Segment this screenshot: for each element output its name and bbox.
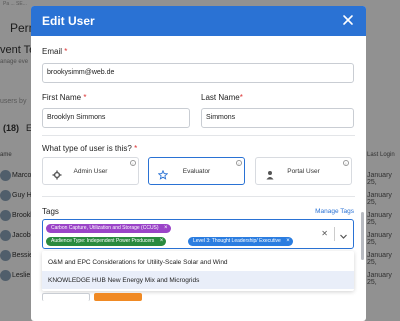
dropdown-option[interactable]: KNOWLEDGE HUB New Energy Mix and Microgr… — [42, 271, 354, 289]
last-name-label: Last Name* — [201, 93, 243, 102]
user-type-evaluator[interactable]: Evaluator i — [148, 157, 245, 185]
email-label: Email * — [42, 47, 68, 56]
first-name-field[interactable]: Brooklyn Simmons — [42, 108, 190, 128]
remove-tag-icon[interactable]: × — [160, 237, 164, 246]
tag-chip-label: Carbon Capture, Utilization and Storage … — [51, 225, 159, 231]
user-type-label-admin: Admin User — [73, 168, 108, 175]
user-type-admin[interactable]: Admin User i — [42, 157, 139, 185]
remove-tag-icon[interactable]: × — [286, 237, 290, 246]
user-type-label-evaluator: Evaluator — [182, 168, 211, 175]
dropdown-option[interactable]: O&M and EPC Considerations for Utility-S… — [42, 253, 354, 271]
chevron-down-icon[interactable] — [339, 228, 348, 239]
info-icon[interactable]: i — [236, 160, 242, 166]
tag-chip: Carbon Capture, Utilization and Storage … — [46, 224, 171, 233]
tags-multiselect[interactable]: Carbon Capture, Utilization and Storage … — [42, 219, 354, 249]
modal-scrollbar[interactable] — [361, 212, 364, 260]
user-type-label-portal: Portal User — [287, 168, 320, 175]
divider — [42, 135, 355, 136]
email-field[interactable]: brookysimm@web.de — [42, 63, 354, 83]
modal-header: Edit User — [31, 6, 366, 36]
tag-chip: Audience Type: Independent Power Produce… — [46, 237, 167, 246]
info-icon[interactable]: i — [130, 160, 136, 166]
tags-dropdown-menu: O&M and EPC Considerations for Utility-S… — [42, 251, 354, 291]
close-icon[interactable] — [340, 12, 356, 28]
divider — [334, 227, 335, 241]
edit-user-modal: Edit User Email * brookysimm@web.de Firs… — [31, 6, 366, 321]
tags-label: Tags — [42, 207, 59, 216]
info-icon[interactable]: i — [343, 160, 349, 166]
clear-tags-icon[interactable]: ✕ — [321, 229, 328, 238]
cancel-button[interactable] — [42, 293, 90, 301]
tag-chip-label: Audience Type: Independent Power Produce… — [51, 238, 155, 244]
last-name-field[interactable]: Simmons — [201, 108, 354, 128]
tag-chip: Level 3: Thought Leadership/ Executive × — [188, 237, 293, 246]
tag-chip-label: Level 3: Thought Leadership/ Executive — [193, 238, 281, 244]
divider — [42, 196, 355, 197]
manage-tags-link[interactable]: Manage Tags — [315, 208, 354, 215]
modal-title: Edit User — [42, 14, 95, 28]
user-type-portal[interactable]: Portal User i — [255, 157, 352, 185]
remove-tag-icon[interactable]: × — [164, 224, 168, 233]
user-type-label: What type of user is this? * — [42, 144, 138, 153]
save-button[interactable] — [94, 293, 142, 301]
first-name-label: First Name * — [42, 93, 87, 102]
